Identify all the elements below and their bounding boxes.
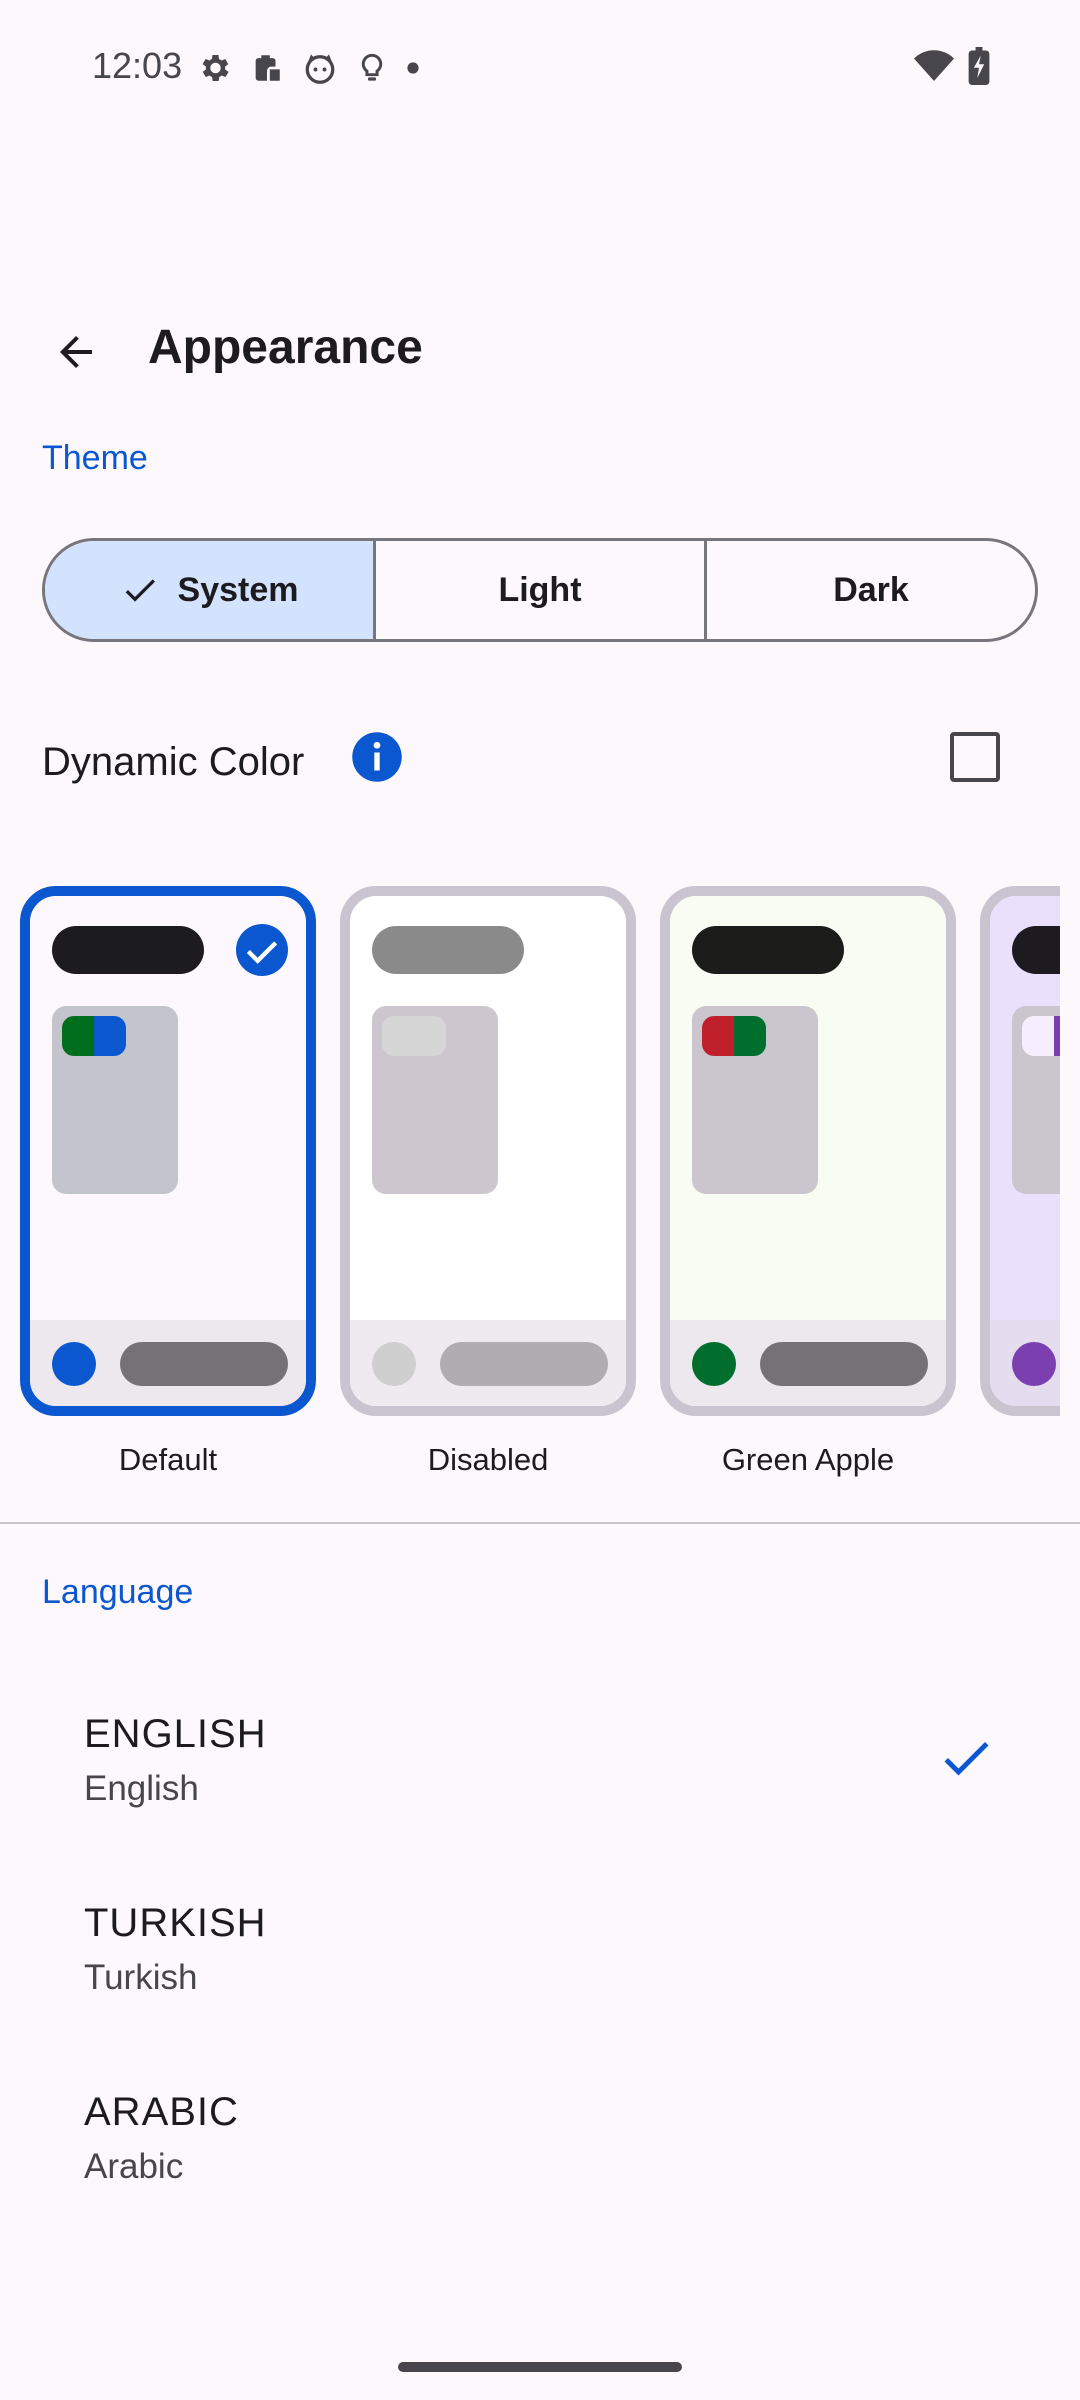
preview-swatch [1022,1016,1060,1056]
preview-surface [30,896,306,1406]
preview-bottom-bar [990,1320,1060,1406]
page-title: Appearance [148,321,423,374]
arrow-back-icon [60,336,92,368]
preview-dot [1012,1342,1056,1386]
theme-preview-partial[interactable] [980,886,1060,1416]
language-title: ARABIC [84,2090,239,2134]
theme-segment-light[interactable]: Light [373,541,704,639]
battery-charging-icon [968,47,990,85]
preview-surface [350,896,626,1406]
clipboard-icon [255,55,280,81]
language-title: ENGLISH [84,1712,267,1756]
preview-card [692,1006,818,1194]
theme-preview-label: Default [118,1442,218,1477]
segment-label: Light [498,570,582,609]
theme-preview-label: Green Apple [721,1442,895,1477]
preview-bottom-bar [670,1320,946,1406]
preview-bottom-bar [350,1320,626,1406]
theme-preview-strip[interactable]: Default Disabled Green Apple [0,880,1060,1480]
segment-label: System [177,570,299,609]
language-subtitle: Arabic [84,2147,184,2186]
language-item-turkish[interactable]: TURKISH Turkish [0,1877,1080,2065]
language-section-label: Language [42,1573,194,1611]
preview-pill [440,1342,608,1386]
preview-swatch [62,1016,126,1056]
back-button[interactable] [34,310,118,394]
preview-top-bar [692,926,844,974]
theme-segment-dark[interactable]: Dark [704,541,1035,639]
selected-check-icon [236,924,288,976]
preview-dot [52,1342,96,1386]
preview-top-bar [372,926,524,974]
gear-icon [202,54,229,82]
language-item-arabic[interactable]: ARABIC Arabic [0,2066,1080,2254]
preview-top-bar [52,926,204,974]
theme-preview-label: Disabled [427,1442,549,1477]
dynamic-color-checkbox[interactable] [950,732,1000,782]
dot-icon [407,62,419,74]
language-subtitle: Turkish [84,1958,198,1997]
check-icon [944,1742,989,1776]
status-time: 12:03 [92,45,183,86]
preview-pill [120,1342,288,1386]
theme-preview-disabled[interactable] [340,886,636,1416]
language-subtitle: English [84,1769,199,1808]
theme-preview-green-apple[interactable] [660,886,956,1416]
theme-preview-default[interactable] [20,886,316,1416]
dynamic-color-label: Dynamic Color [42,740,305,784]
bulb-icon [361,53,383,81]
preview-top-bar [1012,926,1060,974]
segment-label: Dark [833,570,909,609]
preview-surface [990,896,1060,1406]
preview-card [1012,1006,1060,1194]
info-icon[interactable] [350,730,404,784]
preview-card [372,1006,498,1194]
home-indicator[interactable] [398,2362,682,2372]
preview-pill [760,1342,928,1386]
check-icon [125,579,155,602]
preview-bottom-bar [30,1320,306,1406]
theme-section-label: Theme [42,439,148,477]
wifi-icon [914,50,954,81]
language-title: TURKISH [84,1901,267,1945]
preview-surface [670,896,946,1406]
theme-segmented-control: System Light Dark [42,538,1038,642]
preview-swatch [382,1016,446,1056]
language-item-english[interactable]: ENGLISH English [0,1688,1080,1876]
theme-segment-system[interactable]: System [45,541,373,639]
cat-icon [305,54,335,84]
section-divider [0,1522,1080,1524]
preview-card [52,1006,178,1194]
status-right-icons [914,46,990,86]
preview-swatch [702,1016,766,1056]
preview-dot [692,1342,736,1386]
preview-dot [372,1342,416,1386]
status-icons [196,48,420,88]
